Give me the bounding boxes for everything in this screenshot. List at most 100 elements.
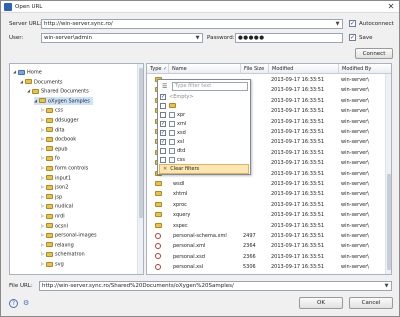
filter-option[interactable]: ✓ xsd xyxy=(160,129,186,137)
filter-option-checkbox[interactable] xyxy=(160,156,166,163)
tree-item[interactable]: ◢ Shared Documents xyxy=(27,87,89,95)
file-url-label: File URL: xyxy=(9,283,33,289)
table-row[interactable]: xhtml 2013-09-17 16:33:51 win-server\ xyxy=(147,190,387,198)
cell-size: 2364 xyxy=(243,243,256,250)
cell-name: personal.xsd xyxy=(173,253,205,260)
autoconnect-checkbox[interactable]: ✓ xyxy=(349,20,356,27)
cell-modified: 2013-09-17 16:33:51 xyxy=(271,149,325,156)
tree-item[interactable]: ▷ relaxng xyxy=(41,241,74,249)
connect-button[interactable]: Connect xyxy=(355,48,393,59)
tree-item[interactable]: ▷ form controls xyxy=(41,164,88,172)
tree-item[interactable]: ▷ svg xyxy=(41,260,64,268)
filter-option[interactable]: xpr xyxy=(160,111,185,119)
tree-item-label: nudical xyxy=(55,203,74,210)
filter-icon[interactable]: ✓ xyxy=(163,66,167,72)
table-scrollbar[interactable] xyxy=(385,74,391,274)
table-scroll-thumb[interactable] xyxy=(387,174,391,270)
folder-icon xyxy=(25,79,32,85)
tree-item[interactable]: ◢ Home xyxy=(13,68,42,76)
ok-button[interactable]: OK xyxy=(299,297,343,309)
tree-item[interactable]: ▷ css xyxy=(41,106,63,114)
tree-item[interactable]: ▷ json2 xyxy=(41,183,68,191)
tree-item[interactable]: ◢ Documents xyxy=(20,78,63,86)
server-url-label: Server URL: xyxy=(9,21,42,27)
tree-item[interactable]: ▷ jsp xyxy=(41,193,62,201)
tree-scrollbar[interactable] xyxy=(137,64,143,274)
tree-item[interactable]: ▷ personal-images xyxy=(41,231,97,239)
tree-item[interactable]: ▷ ocsnl xyxy=(41,222,68,230)
filter-option-checkbox[interactable] xyxy=(160,102,166,109)
cell-modified: 2013-09-17 16:33:51 xyxy=(271,118,325,125)
filter-option-checkbox[interactable] xyxy=(160,147,166,154)
password-label: Password: xyxy=(207,35,235,41)
folder-icon xyxy=(46,127,53,133)
table-row[interactable]: xquery 2013-09-17 16:33:51 win-server\ xyxy=(147,211,387,219)
cell-name: personal.xml xyxy=(173,243,206,250)
save-checkbox[interactable]: ✓ xyxy=(349,34,356,41)
filter-search-input[interactable]: Type filter text xyxy=(172,82,248,91)
tree-item[interactable]: ▷ nudical xyxy=(41,202,73,210)
filter-option[interactable]: dtd xyxy=(160,147,185,155)
tree-item[interactable]: ▷ nrdl xyxy=(41,212,65,220)
tree-item[interactable]: ◢ oXygen Samples xyxy=(34,96,93,105)
close-button[interactable]: ✕ xyxy=(385,2,397,12)
column-header-size[interactable]: File Size xyxy=(241,64,269,74)
tree-scroll-thumb[interactable] xyxy=(139,68,143,218)
chevron-down-icon[interactable]: ▼ xyxy=(383,283,390,290)
column-header-name[interactable]: Name xyxy=(169,64,241,74)
cell-by: win-server\ xyxy=(341,222,369,229)
cell-name: wsdl xyxy=(173,181,185,187)
table-row[interactable]: xproc 2013-09-17 16:33:51 win-server\ xyxy=(147,201,387,209)
tree-item[interactable]: ▷ schematron xyxy=(41,250,85,258)
cell-by: win-server\ xyxy=(341,149,369,156)
help-icon[interactable]: ? xyxy=(9,299,18,308)
table-row[interactable]: personal.xml 2364 2013-09-17 16:33:51 win-s… xyxy=(147,242,387,250)
filter-option[interactable]: ✓ xml xyxy=(160,120,186,128)
table-row[interactable]: personal-schema.xml 2497 2013-09-17 16:33:… xyxy=(147,232,387,240)
clear-filters-button[interactable]: ✕ Clear filters xyxy=(159,164,249,174)
filter-option-checkbox[interactable]: ✓ xyxy=(160,138,166,145)
tree-item[interactable]: ▷ fo xyxy=(41,154,60,162)
tree-item[interactable]: ▷ dita xyxy=(41,126,65,134)
folder-icon xyxy=(155,222,162,228)
cell-modified: 2013-09-17 16:33:51 xyxy=(271,139,325,146)
table-row[interactable]: wsdl 2013-09-17 16:33:51 win-server\ xyxy=(147,180,387,188)
cancel-button[interactable]: Cancel xyxy=(349,297,393,309)
tree-item[interactable]: ▷ docbook xyxy=(41,135,76,143)
folder-icon xyxy=(46,146,53,152)
filter-option[interactable]: css xyxy=(160,156,185,164)
tree-item-label: Home xyxy=(27,69,42,76)
folder-icon xyxy=(46,117,53,123)
filter-option-checkbox[interactable]: ✓ xyxy=(160,120,166,127)
tree-item-label: Shared Documents xyxy=(41,88,89,95)
password-field[interactable]: ●●●●● xyxy=(235,33,343,43)
file-icon xyxy=(169,138,175,145)
folder-icon xyxy=(46,175,53,181)
filter-option-checkbox[interactable] xyxy=(160,111,166,118)
table-row[interactable]: xspec 2013-09-17 16:33:51 win-server\ xyxy=(147,222,387,230)
tree-item[interactable]: ▷ epub xyxy=(41,145,68,153)
tree-item-label: schematron xyxy=(55,251,85,258)
settings-icon[interactable]: ⚙ xyxy=(23,299,33,308)
column-header-type[interactable]: Type ✓ xyxy=(147,64,169,74)
chevron-down-icon[interactable]: ▼ xyxy=(334,21,341,28)
xml-file-icon xyxy=(155,263,161,270)
file-url-combo[interactable]: http://win-server.sync.ro/Shared%20Docum… xyxy=(39,281,392,291)
filter-option[interactable] xyxy=(160,102,178,110)
tree-item[interactable]: ▷ ddsugger xyxy=(41,116,79,124)
table-row[interactable]: personal.xsd 2366 2013-09-17 16:33:51 win-s… xyxy=(147,253,387,261)
cell-by: win-server\ xyxy=(341,87,369,94)
user-combo[interactable]: win-server\admin ▼ xyxy=(41,33,203,43)
column-header-modified[interactable]: Modified xyxy=(269,64,339,74)
filter-option[interactable]: ✓ xsl xyxy=(160,138,184,146)
tree-item[interactable]: ▷ input1 xyxy=(41,174,71,182)
folder-icon xyxy=(46,213,53,219)
column-header-modified-by[interactable]: Modified By xyxy=(339,64,391,74)
filter-option-checkbox[interactable]: ✓ xyxy=(160,129,166,136)
server-url-combo[interactable]: http://win-server.sync.ro/ ▼ xyxy=(41,19,343,29)
tree-item-label: relaxng xyxy=(55,242,74,249)
filter-option-checkbox[interactable]: ✓ xyxy=(160,93,166,100)
table-row[interactable]: personal.xsl 5306 2013-09-17 16:33:51 win-s… xyxy=(147,263,387,271)
chevron-down-icon[interactable]: ▼ xyxy=(194,35,201,42)
filter-option[interactable]: ✓ <Empty> xyxy=(160,93,194,101)
